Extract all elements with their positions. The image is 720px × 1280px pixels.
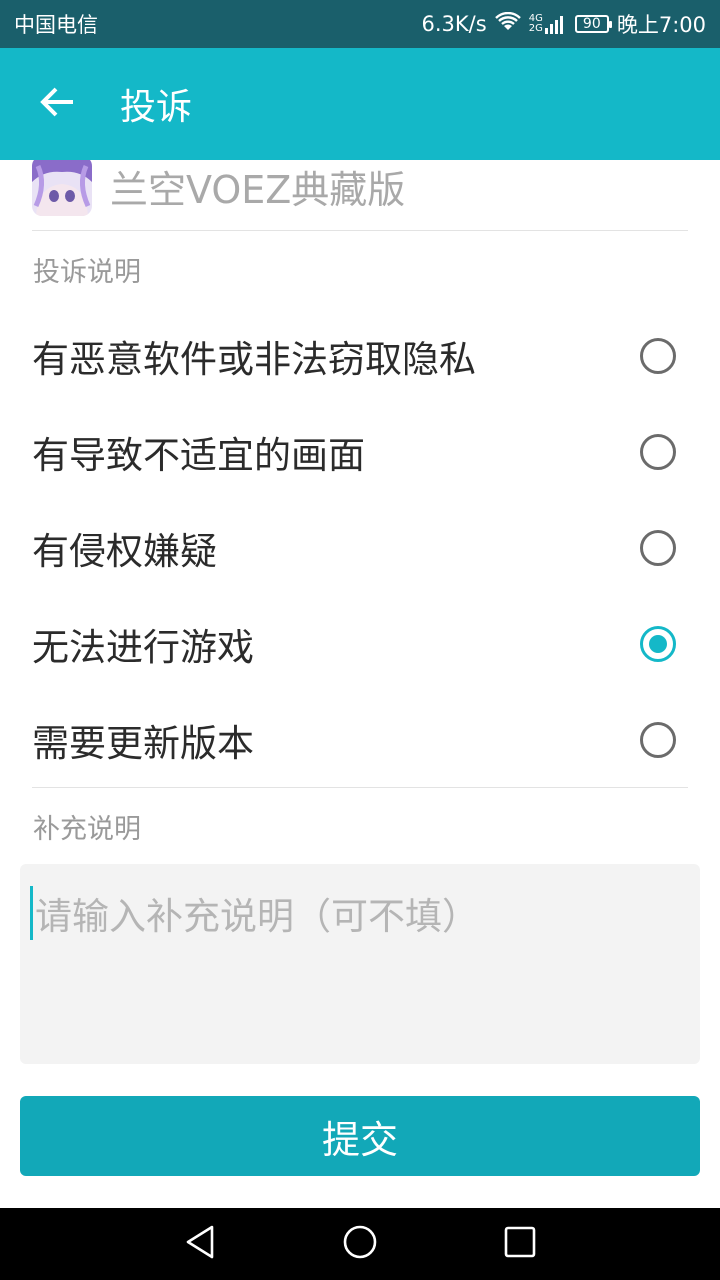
radio-button-selected[interactable] <box>640 626 676 662</box>
supplement-input-container[interactable] <box>20 864 705 1064</box>
arrow-left-icon <box>39 86 75 122</box>
supplement-section-label: 补充说明 <box>33 814 141 845</box>
option-cannot-play[interactable]: 无法进行游戏 <box>32 596 688 692</box>
option-label: 无法进行游戏 <box>32 626 254 669</box>
complaint-section-label: 投诉说明 <box>33 257 141 288</box>
circle-home-icon <box>342 1224 378 1264</box>
radio-button[interactable] <box>640 338 676 374</box>
carrier-label: 中国电信 <box>14 13 98 37</box>
status-bar: 中国电信 6.3K/s 4G 2G 90 晚上7:00 <box>0 0 720 48</box>
signal-label-bottom: 2G <box>528 23 543 34</box>
option-label: 需要更新版本 <box>32 722 254 765</box>
radio-button[interactable] <box>640 722 676 758</box>
navigation-bar <box>0 1208 720 1280</box>
option-label: 有导致不适宜的画面 <box>32 434 365 477</box>
wifi-icon <box>494 11 521 37</box>
cell-signal-icon: 4G 2G <box>529 14 567 34</box>
page-title: 投诉 <box>120 87 193 128</box>
status-right: 6.3K/s 4G 2G 90 晚上7:00 <box>422 9 706 39</box>
battery-indicator: 90 <box>574 15 612 33</box>
option-inappropriate[interactable]: 有导致不适宜的画面 <box>32 404 688 500</box>
submit-button[interactable]: 提交 <box>20 1096 700 1176</box>
square-recents-icon <box>503 1225 537 1263</box>
option-needs-update[interactable]: 需要更新版本 <box>32 692 688 788</box>
radio-button[interactable] <box>640 434 676 470</box>
app-avatar-icon <box>32 160 92 216</box>
option-malware[interactable]: 有恶意软件或非法窃取隐私 <box>32 308 688 404</box>
back-button[interactable] <box>32 79 82 129</box>
option-label: 有恶意软件或非法窃取隐私 <box>32 338 476 381</box>
radio-button[interactable] <box>640 530 676 566</box>
option-label: 有侵权嫌疑 <box>32 530 217 573</box>
net-speed: 6.3K/s <box>421 12 487 36</box>
divider <box>32 787 688 788</box>
nav-recents-button[interactable] <box>495 1219 545 1269</box>
complaint-options: 有恶意软件或非法窃取隐私 有导致不适宜的画面 有侵权嫌疑 无法进行游戏 需要更新… <box>32 308 688 788</box>
status-left: 中国电信 <box>14 9 98 39</box>
battery-level: 90 <box>582 16 601 32</box>
app-name: 兰空VOEZ典藏版 <box>110 167 406 212</box>
option-infringement[interactable]: 有侵权嫌疑 <box>32 500 688 596</box>
supplement-input[interactable] <box>30 886 705 940</box>
clock: 晚上7:00 <box>616 13 706 37</box>
nav-home-button[interactable] <box>335 1219 385 1269</box>
nav-back-button[interactable] <box>175 1219 225 1269</box>
triangle-back-icon <box>184 1224 216 1264</box>
toolbar: 投诉 <box>0 48 720 160</box>
app-info-row: 兰空VOEZ典藏版 <box>32 160 688 231</box>
